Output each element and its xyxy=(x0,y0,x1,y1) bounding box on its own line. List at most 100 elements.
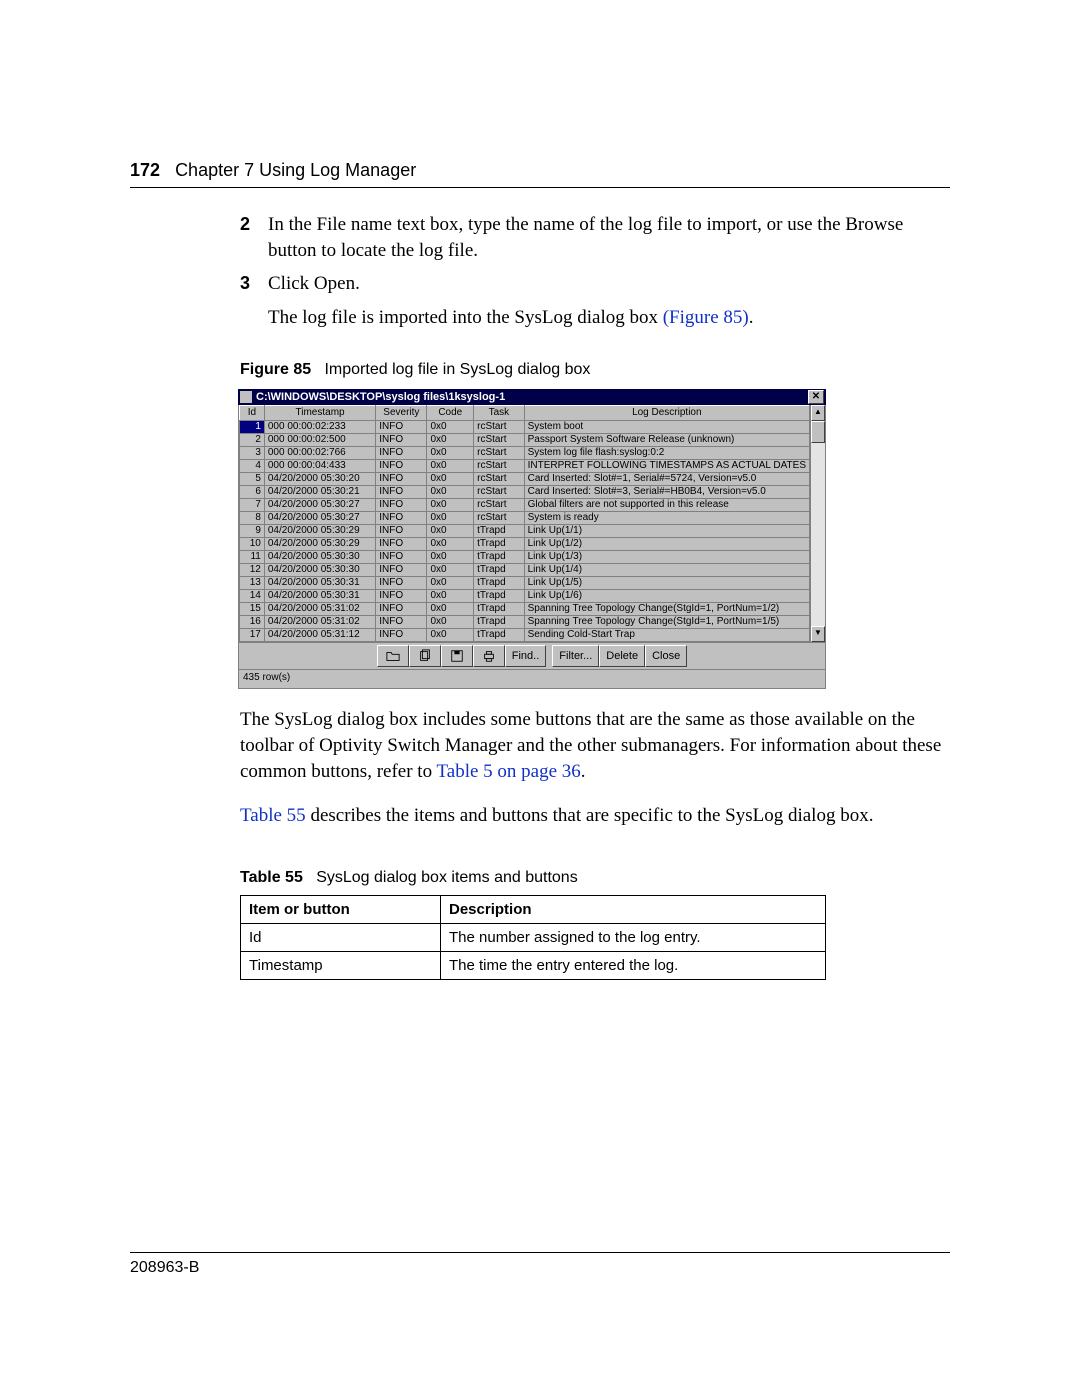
table-row[interactable]: 2000 00:00:02:500INFO0x0rcStartPassport … xyxy=(240,433,810,446)
col-code[interactable]: Code xyxy=(427,405,474,420)
desc-header-description: Description xyxy=(441,896,826,924)
cell-id: 3 xyxy=(240,446,265,459)
cell-code: 0x0 xyxy=(427,420,474,433)
step-number-2: 2 xyxy=(240,212,268,263)
save-button[interactable] xyxy=(441,645,473,667)
cell-severity: INFO xyxy=(376,589,427,602)
table-row[interactable]: 1604/20/2000 05:31:02INFO0x0tTrapdSpanni… xyxy=(240,615,810,628)
cell-task: rcStart xyxy=(474,485,525,498)
cell-task: rcStart xyxy=(474,472,525,485)
cell-id: 10 xyxy=(240,537,265,550)
para2-post: describes the items and buttons that are… xyxy=(306,805,874,826)
log-table[interactable]: Id Timestamp Severity Code Task Log Desc… xyxy=(239,405,810,642)
scroll-thumb[interactable] xyxy=(811,421,825,443)
cell-severity: INFO xyxy=(376,563,427,576)
table-row[interactable]: 604/20/2000 05:30:21INFO0x0rcStartCard I… xyxy=(240,485,810,498)
window-titlebar[interactable]: C:\WINDOWS\DESKTOP\syslog files\1ksyslog… xyxy=(238,389,826,405)
close-button[interactable]: Close xyxy=(645,645,687,667)
cell-code: 0x0 xyxy=(427,459,474,472)
cell-code: 0x0 xyxy=(427,524,474,537)
filter-button[interactable]: Filter... xyxy=(552,645,599,667)
cell-description: Link Up(1/4) xyxy=(524,563,809,576)
cell-task: tTrapd xyxy=(474,576,525,589)
table-header-row[interactable]: Id Timestamp Severity Code Task Log Desc… xyxy=(240,405,810,420)
scroll-track[interactable] xyxy=(811,421,825,626)
cell-code: 0x0 xyxy=(427,446,474,459)
cell-timestamp: 04/20/2000 05:30:31 xyxy=(264,589,375,602)
table-row[interactable]: 704/20/2000 05:30:27INFO0x0rcStartGlobal… xyxy=(240,498,810,511)
cell-severity: INFO xyxy=(376,498,427,511)
table-55-link[interactable]: Table 55 xyxy=(240,805,306,826)
window-title: C:\WINDOWS\DESKTOP\syslog files\1ksyslog… xyxy=(256,391,505,403)
cell-code: 0x0 xyxy=(427,550,474,563)
col-description[interactable]: Log Description xyxy=(524,405,809,420)
table-row[interactable]: 3000 00:00:02:766INFO0x0rcStartSystem lo… xyxy=(240,446,810,459)
page-footer: 208963-B xyxy=(130,1252,950,1277)
table-5-link[interactable]: Table 5 on page 36 xyxy=(436,761,580,782)
cell-description: The time the entry entered the log. xyxy=(441,952,826,980)
cell-severity: INFO xyxy=(376,459,427,472)
print-button[interactable] xyxy=(473,645,505,667)
cell-id: 2 xyxy=(240,433,265,446)
cell-timestamp: 000 00:00:02:233 xyxy=(264,420,375,433)
table-row[interactable]: 1304/20/2000 05:30:31INFO0x0tTrapdLink U… xyxy=(240,576,810,589)
table-row[interactable]: 1704/20/2000 05:31:12INFO0x0tTrapdSendin… xyxy=(240,628,810,641)
cell-timestamp: 04/20/2000 05:31:02 xyxy=(264,602,375,615)
cell-description: Link Up(1/1) xyxy=(524,524,809,537)
table-row[interactable]: 1104/20/2000 05:30:30INFO0x0tTrapdLink U… xyxy=(240,550,810,563)
cell-timestamp: 04/20/2000 05:30:29 xyxy=(264,524,375,537)
table-row[interactable]: 804/20/2000 05:30:27INFO0x0rcStartSystem… xyxy=(240,511,810,524)
para1-post: . xyxy=(581,761,586,782)
cell-task: tTrapd xyxy=(474,524,525,537)
table-row[interactable]: 504/20/2000 05:30:20INFO0x0rcStartCard I… xyxy=(240,472,810,485)
cell-id: 12 xyxy=(240,563,265,576)
col-severity[interactable]: Severity xyxy=(376,405,427,420)
scroll-up-icon[interactable]: ▲ xyxy=(811,405,825,421)
cell-code: 0x0 xyxy=(427,589,474,602)
figure-85-link[interactable]: (Figure 85) xyxy=(663,307,749,328)
col-task[interactable]: Task xyxy=(474,405,525,420)
delete-button[interactable]: Delete xyxy=(599,645,645,667)
figure-label: Figure 85 xyxy=(240,361,311,378)
cell-task: rcStart xyxy=(474,446,525,459)
para1-pre: The SysLog dialog box includes some butt… xyxy=(240,709,941,782)
page-number: 172 xyxy=(130,160,160,180)
open-folder-button[interactable] xyxy=(377,645,409,667)
chapter-title: Chapter 7 Using Log Manager xyxy=(175,160,416,180)
cell-task: rcStart xyxy=(474,511,525,524)
col-id[interactable]: Id xyxy=(240,405,265,420)
table-caption-text: SysLog dialog box items and buttons xyxy=(316,869,578,886)
cell-id: 14 xyxy=(240,589,265,602)
cell-timestamp: 04/20/2000 05:30:30 xyxy=(264,563,375,576)
cell-timestamp: 04/20/2000 05:30:30 xyxy=(264,550,375,563)
table-row[interactable]: 1404/20/2000 05:30:31INFO0x0tTrapdLink U… xyxy=(240,589,810,602)
cell-timestamp: 04/20/2000 05:30:31 xyxy=(264,576,375,589)
close-icon[interactable]: ✕ xyxy=(808,390,824,404)
cell-severity: INFO xyxy=(376,433,427,446)
scroll-down-icon[interactable]: ▼ xyxy=(811,626,825,642)
cell-description: Global filters are not supported in this… xyxy=(524,498,809,511)
table-row[interactable]: 904/20/2000 05:30:29INFO0x0tTrapdLink Up… xyxy=(240,524,810,537)
table-row[interactable]: 1000 00:00:02:233INFO0x0rcStartSystem bo… xyxy=(240,420,810,433)
cell-timestamp: 04/20/2000 05:31:12 xyxy=(264,628,375,641)
cell-description: Link Up(1/2) xyxy=(524,537,809,550)
col-timestamp[interactable]: Timestamp xyxy=(264,405,375,420)
table-row[interactable]: 1004/20/2000 05:30:29INFO0x0tTrapdLink U… xyxy=(240,537,810,550)
cell-id: 6 xyxy=(240,485,265,498)
table-row[interactable]: 1204/20/2000 05:30:30INFO0x0tTrapdLink U… xyxy=(240,563,810,576)
find-button[interactable]: Find.. xyxy=(505,645,547,667)
vertical-scrollbar[interactable]: ▲ ▼ xyxy=(810,405,825,642)
copy-button[interactable] xyxy=(409,645,441,667)
cell-code: 0x0 xyxy=(427,511,474,524)
cell-task: rcStart xyxy=(474,459,525,472)
cell-task: tTrapd xyxy=(474,537,525,550)
cell-id: 16 xyxy=(240,615,265,628)
table-row[interactable]: 4000 00:00:04:433INFO0x0rcStartINTERPRET… xyxy=(240,459,810,472)
cell-task: tTrapd xyxy=(474,602,525,615)
cell-description: Spanning Tree Topology Change(StgId=1, P… xyxy=(524,615,809,628)
cell-id: 5 xyxy=(240,472,265,485)
table-row[interactable]: 1504/20/2000 05:31:02INFO0x0tTrapdSpanni… xyxy=(240,602,810,615)
cell-id: 15 xyxy=(240,602,265,615)
cell-severity: INFO xyxy=(376,485,427,498)
cell-description: Card Inserted: Slot#=1, Serial#=5724, Ve… xyxy=(524,472,809,485)
